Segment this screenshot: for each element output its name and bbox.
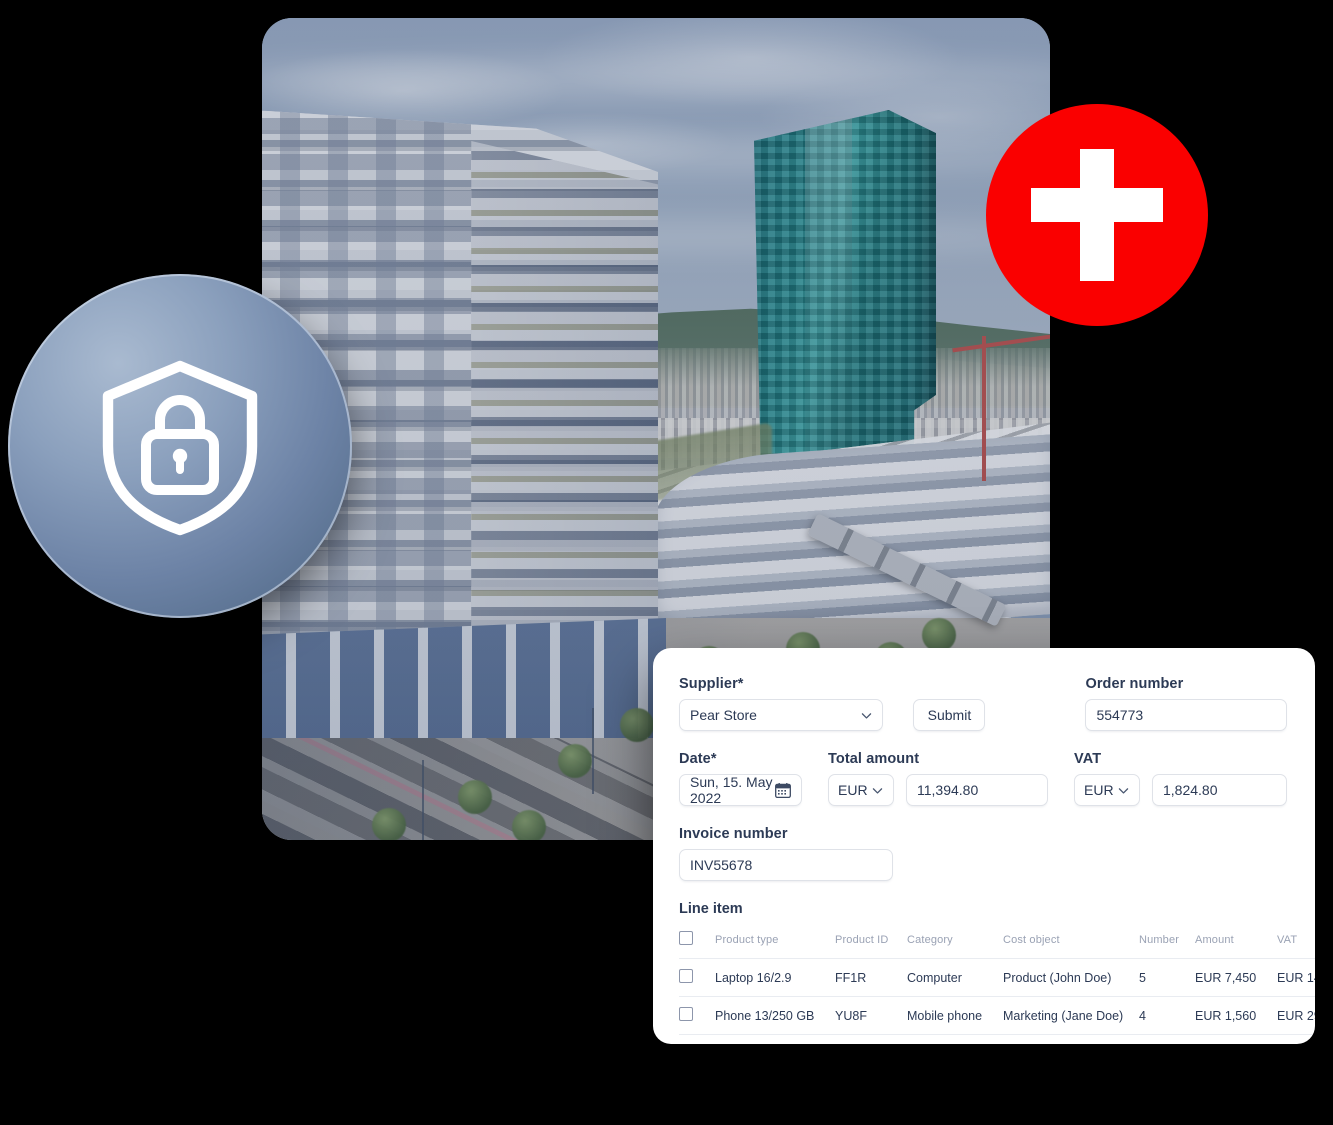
cell-number: 1 [1139,1034,1195,1044]
cell-product-type: Phone 13/250 GB [715,996,835,1035]
total-amount-currency: EUR [838,782,868,798]
vat-label: VAT [1074,751,1102,767]
table-row[interactable]: Tablet 12/250 GB FY6H Computer Product (… [679,1034,1315,1044]
cell-product-type: Tablet 12/250 GB [715,1034,835,1044]
supplier-label: Supplier* [679,676,744,692]
order-number-value: 554773 [1096,707,1144,723]
construction-crane-mast [982,336,986,481]
total-amount-input[interactable]: 11,394.80 [906,774,1048,806]
column-header-number: Number [1139,933,1180,946]
vat-field-group: VAT EUR 1,824.80 [1074,751,1287,806]
supplier-select[interactable]: Pear Store [679,699,884,731]
cell-amount: EUR 7,450 [1195,958,1277,997]
swiss-cross-icon [1031,149,1163,281]
cell-category: Computer [907,1034,1003,1044]
total-amount-field-group: Total amount EUR 11,394.80 [828,751,1048,806]
table-row[interactable]: Phone 13/250 GB YU8F Mobile phone Market… [679,996,1315,1035]
cell-amount: EUR 590 [1195,1034,1277,1044]
table-row[interactable]: Laptop 16/2.9 FF1R Computer Product (Joh… [679,958,1315,997]
invoice-form-card: Supplier* Pear Store Submit Order number… [653,648,1315,1044]
order-number-field-group: Order number 554773 [1085,676,1287,731]
tree [512,810,546,840]
tree [922,618,956,652]
cross-vertical-bar [1080,149,1114,281]
row-select-cell [679,1034,715,1044]
total-amount-controls: EUR 11,394.80 [828,774,1048,806]
submit-button[interactable]: Submit [913,699,986,731]
tower-ground-floor [262,618,666,738]
shield-lock-icon [102,360,258,536]
cell-cost-object: Product (Jane Doe) [1003,1034,1139,1044]
invoice-number-field-group: Invoice number INV55678 [679,826,893,881]
invoice-number-value: INV55678 [690,857,753,873]
vat-controls: EUR 1,824.80 [1074,774,1287,806]
lamp-post [592,708,594,794]
calendar-icon[interactable] [775,782,791,798]
cell-amount: EUR 1,560 [1195,996,1277,1035]
cell-cost-object: Marketing (Jane Doe) [1003,996,1139,1035]
row-checkbox[interactable] [679,1007,693,1021]
tree [620,708,654,742]
column-header-vat: VAT [1277,933,1298,946]
invoice-number-label: Invoice number [679,826,788,842]
security-shield-badge [8,274,352,618]
column-header-product-id: Product ID [835,933,889,946]
cell-category: Computer [907,958,1003,997]
cell-vat: EUR 296.40 [1277,996,1315,1035]
chevron-down-icon [872,787,883,794]
total-amount-currency-select[interactable]: EUR [828,774,894,806]
lamp-post [422,760,424,840]
form-row-amounts: Date* Sun, 15. May 2022 Total amount EUR… [679,751,1287,806]
row-select-cell [679,958,715,997]
invoice-number-input[interactable]: INV55678 [679,849,893,881]
supplier-field-group: Supplier* Pear Store [679,676,884,731]
line-item-title: Line item [679,901,743,917]
column-header-amount: Amount [1195,933,1234,946]
supplier-value: Pear Store [690,707,757,723]
vat-value: 1,824.80 [1163,782,1218,798]
cell-number: 5 [1139,958,1195,997]
row-checkbox[interactable] [679,969,693,983]
tree [372,808,406,840]
column-header-category: Category [907,933,953,946]
screenshot-stage: Supplier* Pear Store Submit Order number… [0,0,1333,1125]
select-all-checkbox[interactable] [679,931,693,945]
vat-currency: EUR [1084,782,1114,798]
column-header-cost-object: Cost object [1003,933,1060,946]
line-items-table: Product type Product ID Category Cost ob… [679,927,1315,1044]
order-number-input[interactable]: 554773 [1085,699,1287,731]
cell-product-id: FY6H [835,1034,907,1044]
cell-product-id: FF1R [835,958,907,997]
cloud-band [262,58,1050,98]
row-select-cell [679,996,715,1035]
cell-vat: EUR 1415.50 [1277,958,1315,997]
vat-currency-select[interactable]: EUR [1074,774,1140,806]
total-amount-value: 11,394.80 [917,782,979,798]
chevron-down-icon [862,712,872,719]
form-row-supplier: Supplier* Pear Store Submit Order number… [679,676,1287,731]
cell-product-id: YU8F [835,996,907,1035]
cell-product-type: Laptop 16/2.9 [715,958,835,997]
teal-glass-tower [754,110,936,495]
date-field-group: Date* Sun, 15. May 2022 [679,751,802,806]
tree [558,744,592,778]
table-header-row: Product type Product ID Category Cost ob… [679,927,1315,959]
column-header-product-type: Product type [715,933,779,946]
chevron-down-icon [1118,787,1129,794]
select-all-header [679,927,715,959]
submit-button-group: Submit [913,699,986,731]
date-value: Sun, 15. May 2022 [690,774,773,806]
tree [458,780,492,814]
cell-cost-object: Product (John Doe) [1003,958,1139,997]
cell-number: 4 [1139,996,1195,1035]
date-input[interactable]: Sun, 15. May 2022 [679,774,802,806]
vat-input[interactable]: 1,824.80 [1152,774,1287,806]
cell-vat: EUR 112.90 [1277,1034,1315,1044]
order-number-label: Order number [1085,676,1184,692]
total-amount-label: Total amount [828,751,920,767]
cell-category: Mobile phone [907,996,1003,1035]
swiss-flag-badge [986,104,1208,326]
date-label: Date* [679,751,717,767]
